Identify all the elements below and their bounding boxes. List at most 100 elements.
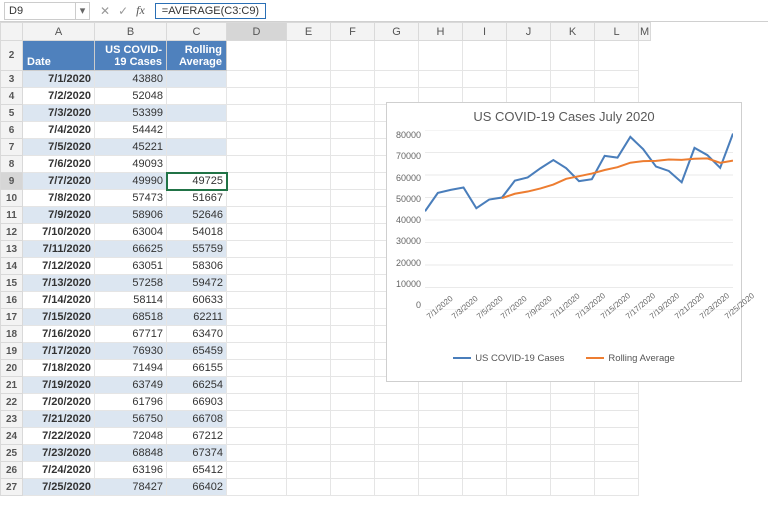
cell-empty[interactable] bbox=[227, 326, 287, 343]
cell-C3[interactable]: 43880 bbox=[95, 71, 167, 88]
cell-empty[interactable] bbox=[463, 411, 507, 428]
cell-C6[interactable]: 54442 bbox=[95, 122, 167, 139]
cell-B18[interactable]: 7/16/2020 bbox=[23, 326, 95, 343]
col-header-C[interactable]: C bbox=[167, 23, 227, 41]
col-header-L[interactable]: L bbox=[595, 23, 639, 41]
row-header-21[interactable]: 21 bbox=[1, 377, 23, 394]
row-header-17[interactable]: 17 bbox=[1, 309, 23, 326]
cell-C15[interactable]: 57258 bbox=[95, 275, 167, 292]
cell-C13[interactable]: 66625 bbox=[95, 241, 167, 258]
col-header-D[interactable]: D bbox=[227, 23, 287, 41]
cell-B13[interactable]: 7/11/2020 bbox=[23, 241, 95, 258]
cell-C23[interactable]: 56750 bbox=[95, 411, 167, 428]
cell-B26[interactable]: 7/24/2020 bbox=[23, 462, 95, 479]
cell-empty[interactable] bbox=[551, 41, 595, 71]
row-header-8[interactable]: 8 bbox=[1, 156, 23, 173]
cell-empty[interactable] bbox=[287, 292, 331, 309]
cell-empty[interactable] bbox=[595, 394, 639, 411]
cell-empty[interactable] bbox=[331, 258, 375, 275]
cell-D21[interactable]: 66254 bbox=[167, 377, 227, 394]
cell-C5[interactable]: 53399 bbox=[95, 105, 167, 122]
cell-empty[interactable] bbox=[419, 411, 463, 428]
cell-empty[interactable] bbox=[287, 428, 331, 445]
cell-empty[interactable] bbox=[331, 394, 375, 411]
cell-D15[interactable]: 59472 bbox=[167, 275, 227, 292]
cell-C21[interactable]: 63749 bbox=[95, 377, 167, 394]
row-header-20[interactable]: 20 bbox=[1, 360, 23, 377]
cell-empty[interactable] bbox=[287, 479, 331, 496]
cell-empty[interactable] bbox=[551, 411, 595, 428]
col-header-A[interactable]: A bbox=[23, 23, 95, 41]
cell-B27[interactable]: 7/25/2020 bbox=[23, 479, 95, 496]
cell-empty[interactable] bbox=[227, 156, 287, 173]
cell-empty[interactable] bbox=[331, 411, 375, 428]
row-header-22[interactable]: 22 bbox=[1, 394, 23, 411]
cell-C17[interactable]: 68518 bbox=[95, 309, 167, 326]
cell-D20[interactable]: 66155 bbox=[167, 360, 227, 377]
cell-empty[interactable] bbox=[227, 462, 287, 479]
cell-empty[interactable] bbox=[331, 292, 375, 309]
cell-D11[interactable]: 52646 bbox=[167, 207, 227, 224]
cell-empty[interactable] bbox=[227, 207, 287, 224]
cell-B3[interactable]: 7/1/2020 bbox=[23, 71, 95, 88]
cell-empty[interactable] bbox=[287, 445, 331, 462]
accept-icon[interactable]: ✓ bbox=[118, 4, 128, 18]
cell-empty[interactable] bbox=[287, 394, 331, 411]
cell-empty[interactable] bbox=[227, 275, 287, 292]
name-box[interactable]: D9 bbox=[4, 2, 76, 20]
cell-empty[interactable] bbox=[419, 71, 463, 88]
cell-D6[interactable] bbox=[167, 122, 227, 139]
cell-B12[interactable]: 7/10/2020 bbox=[23, 224, 95, 241]
cell-C16[interactable]: 58114 bbox=[95, 292, 167, 309]
cell-empty[interactable] bbox=[287, 156, 331, 173]
cell-empty[interactable] bbox=[551, 479, 595, 496]
cancel-icon[interactable]: ✕ bbox=[100, 4, 110, 18]
cell-empty[interactable] bbox=[463, 41, 507, 71]
cell-B10[interactable]: 7/8/2020 bbox=[23, 190, 95, 207]
cell-empty[interactable] bbox=[287, 139, 331, 156]
cell-empty[interactable] bbox=[227, 105, 287, 122]
cell-D5[interactable] bbox=[167, 105, 227, 122]
row-header-12[interactable]: 12 bbox=[1, 224, 23, 241]
cell-B17[interactable]: 7/15/2020 bbox=[23, 309, 95, 326]
cell-empty[interactable] bbox=[287, 326, 331, 343]
cell-B24[interactable]: 7/22/2020 bbox=[23, 428, 95, 445]
row-header-26[interactable]: 26 bbox=[1, 462, 23, 479]
cell-empty[interactable] bbox=[227, 394, 287, 411]
cell-D13[interactable]: 55759 bbox=[167, 241, 227, 258]
cell-B8[interactable]: 7/6/2020 bbox=[23, 156, 95, 173]
cell-empty[interactable] bbox=[419, 479, 463, 496]
cell-C7[interactable]: 45221 bbox=[95, 139, 167, 156]
cell-C12[interactable]: 63004 bbox=[95, 224, 167, 241]
cell-empty[interactable] bbox=[331, 326, 375, 343]
row-header-16[interactable]: 16 bbox=[1, 292, 23, 309]
fx-icon[interactable]: fx bbox=[136, 3, 145, 18]
cell-D22[interactable]: 66903 bbox=[167, 394, 227, 411]
row-header-11[interactable]: 11 bbox=[1, 207, 23, 224]
cell-empty[interactable] bbox=[595, 462, 639, 479]
cell-empty[interactable] bbox=[595, 428, 639, 445]
cell-empty[interactable] bbox=[227, 224, 287, 241]
cell-empty[interactable] bbox=[419, 428, 463, 445]
cell-empty[interactable] bbox=[331, 190, 375, 207]
cell-D17[interactable]: 62211 bbox=[167, 309, 227, 326]
row-header-24[interactable]: 24 bbox=[1, 428, 23, 445]
cell-empty[interactable] bbox=[331, 241, 375, 258]
col-header-E[interactable]: E bbox=[287, 23, 331, 41]
cell-D3[interactable] bbox=[167, 71, 227, 88]
cell-empty[interactable] bbox=[227, 71, 287, 88]
cell-B5[interactable]: 7/3/2020 bbox=[23, 105, 95, 122]
select-all-cell[interactable] bbox=[1, 23, 23, 41]
cell-B4[interactable]: 7/2/2020 bbox=[23, 88, 95, 105]
cell-empty[interactable] bbox=[227, 479, 287, 496]
row-header-25[interactable]: 25 bbox=[1, 445, 23, 462]
cell-empty[interactable] bbox=[463, 445, 507, 462]
cell-empty[interactable] bbox=[375, 428, 419, 445]
col-header-J[interactable]: J bbox=[507, 23, 551, 41]
cell-B21[interactable]: 7/19/2020 bbox=[23, 377, 95, 394]
cell-empty[interactable] bbox=[375, 41, 419, 71]
cell-B22[interactable]: 7/20/2020 bbox=[23, 394, 95, 411]
cell-B7[interactable]: 7/5/2020 bbox=[23, 139, 95, 156]
cell-empty[interactable] bbox=[331, 479, 375, 496]
cell-empty[interactable] bbox=[331, 122, 375, 139]
